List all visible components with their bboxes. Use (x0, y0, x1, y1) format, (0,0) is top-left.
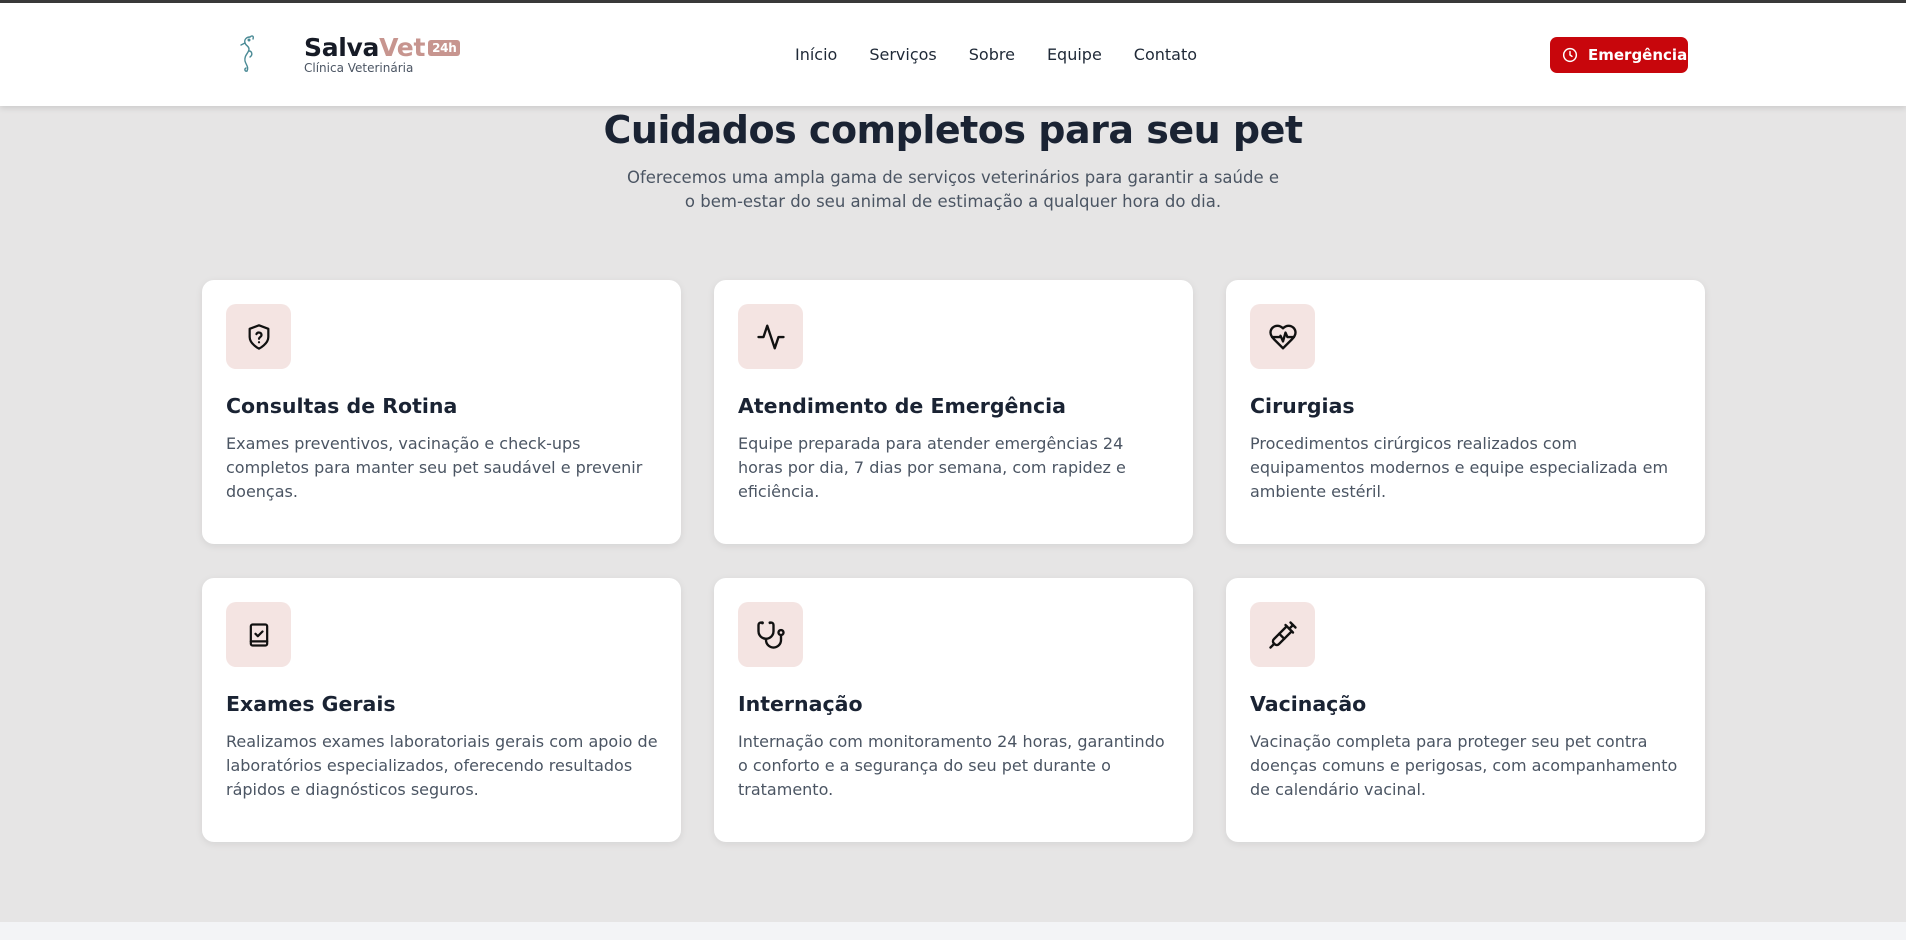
service-card-title: Cirurgias (1250, 394, 1355, 418)
service-card-exames[interactable]: Exames Gerais Realizamos exames laborato… (202, 578, 681, 842)
emergency-button-label: Emergência (1588, 46, 1688, 64)
stethoscope-icon (756, 620, 785, 649)
service-card-title: Consultas de Rotina (226, 394, 458, 418)
service-card-internacao[interactable]: Internação Internação com monitoramento … (714, 578, 1193, 842)
service-card-title: Internação (738, 692, 863, 716)
brand-name-part1: Salva (304, 33, 380, 62)
brand-badge: 24h (428, 40, 461, 56)
service-icon-box (738, 602, 803, 667)
service-card-description: Vacinação completa para proteger seu pet… (1250, 732, 1678, 799)
service-icon-box (226, 602, 291, 667)
service-icon-box (226, 304, 291, 369)
brand[interactable]: SalvaVet 24h Clínica Veterinária (304, 33, 461, 75)
nav-item-contato[interactable]: Contato (1134, 45, 1197, 64)
service-card-consultas[interactable]: Consultas de Rotina Exames preventivos, … (202, 280, 681, 544)
nav-item-servicos[interactable]: Serviços (869, 45, 936, 64)
seahorse-logo-icon[interactable] (234, 31, 262, 75)
service-card-vacinacao[interactable]: Vacinação Vacinação completa para proteg… (1226, 578, 1705, 842)
service-card-title: Atendimento de Emergência (738, 394, 1067, 418)
nav-item-sobre[interactable]: Sobre (969, 45, 1015, 64)
service-card-description: Realizamos exames laboratoriais gerais c… (226, 732, 658, 799)
next-section-edge (0, 922, 1906, 940)
brand-name-part2: Vet (379, 33, 426, 62)
service-icon-box (1250, 304, 1315, 369)
heart-pulse-icon (1268, 324, 1297, 349)
services-title: Cuidados completos para seu pet (603, 108, 1303, 152)
service-card-emergencia[interactable]: Atendimento de Emergência Equipe prepara… (714, 280, 1193, 544)
shield-question-icon (248, 323, 269, 350)
site-header: SalvaVet 24h Clínica Veterinária Início S… (0, 3, 1906, 106)
service-card-cirurgias[interactable]: Cirurgias Procedimentos cirúrgicos reali… (1226, 280, 1705, 544)
main-nav: Início Serviços Sobre Equipe Contato (795, 45, 1229, 64)
service-card-description: Exames preventivos, vacinação e check-up… (226, 434, 643, 501)
service-card-title: Vacinação (1250, 692, 1367, 716)
service-icon-box (1250, 602, 1315, 667)
service-card-description: Procedimentos cirúrgicos realizados com … (1250, 434, 1669, 501)
service-icon-box (738, 304, 803, 369)
brand-subtitle: Clínica Veterinária (304, 61, 414, 75)
clock-icon (1562, 47, 1578, 63)
service-card-description: Internação com monitoramento 24 horas, g… (738, 732, 1165, 799)
nav-item-inicio[interactable]: Início (795, 45, 837, 64)
service-card-title: Exames Gerais (226, 692, 396, 716)
syringe-icon (1268, 620, 1297, 649)
services-subtitle: Oferecemos uma ampla gama de serviços ve… (626, 168, 1280, 211)
clipboard-check-icon (249, 622, 268, 647)
nav-item-equipe[interactable]: Equipe (1047, 45, 1102, 64)
activity-icon (756, 324, 785, 349)
service-card-description: Equipe preparada para atender emergência… (738, 434, 1126, 501)
emergency-button[interactable]: Emergência (1550, 37, 1688, 73)
brand-name: SalvaVet 24h (304, 33, 461, 62)
